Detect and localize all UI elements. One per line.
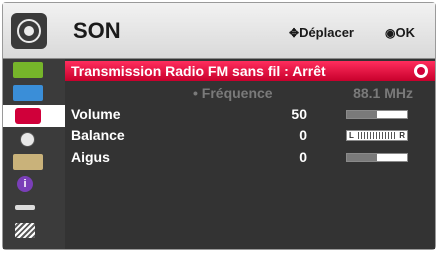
input-tab-icon <box>15 205 35 210</box>
sidebar-item-input[interactable] <box>3 197 65 219</box>
sidebar-item-info[interactable]: i <box>3 174 65 196</box>
picture-tab-icon <box>13 62 43 78</box>
menu-row-volume[interactable]: Volume 50 <box>65 104 435 124</box>
volume-value: 50 <box>291 106 307 122</box>
option-tab-icon <box>13 154 43 170</box>
ok-select-icon <box>414 64 428 78</box>
frequency-value: 88.1 MHz <box>353 85 413 101</box>
menu-row-balance[interactable]: Balance 0 L R <box>65 125 435 145</box>
time-tab-icon <box>20 132 35 147</box>
info-tab-icon: i <box>17 176 33 192</box>
sidebar-item-option[interactable] <box>3 151 65 173</box>
ok-button-icon: ◉ <box>385 26 396 40</box>
media-tab-icon <box>15 223 35 238</box>
menu-list: Transmission Radio FM sans fil : Arrêt •… <box>65 59 435 249</box>
menu-row-label: Transmission Radio FM sans fil : Arrêt <box>71 63 326 79</box>
treble-level-bar[interactable] <box>346 153 408 162</box>
volume-level-bar[interactable] <box>346 110 408 119</box>
screen-tab-icon <box>13 85 43 101</box>
sound-tab-icon <box>15 108 41 124</box>
treble-value: 0 <box>299 149 307 165</box>
menu-header: SON ✥Déplacer ◉OK <box>3 3 435 59</box>
menu-row-frequency: • Fréquence 88.1 MHz <box>65 83 435 103</box>
menu-row-label: Aigus <box>71 149 110 165</box>
navigate-arrows-icon: ✥ <box>289 26 300 40</box>
ok-hint: ◉OK <box>385 25 415 40</box>
sidebar-item-time[interactable] <box>3 128 65 150</box>
sidebar-item-picture[interactable] <box>3 59 65 81</box>
menu-row-treble[interactable]: Aigus 0 <box>65 147 435 167</box>
menu-row-label: Balance <box>71 127 125 143</box>
balance-left-label: L <box>349 131 354 140</box>
page-title: SON <box>73 18 121 43</box>
sidebar-item-screen[interactable] <box>3 82 65 104</box>
balance-slider[interactable]: L R <box>346 130 408 141</box>
menu-row-label: Volume <box>71 106 121 122</box>
sidebar-item-media[interactable] <box>3 220 65 242</box>
move-hint: ✥Déplacer <box>289 25 354 40</box>
sidebar-item-sound[interactable] <box>3 105 65 127</box>
sound-menu-osd: SON ✥Déplacer ◉OK i Transmission Radio F… <box>2 2 436 250</box>
balance-value: 0 <box>299 127 307 143</box>
speaker-icon <box>11 13 47 49</box>
sidebar: i <box>3 59 65 249</box>
menu-row-label: • Fréquence <box>193 85 273 101</box>
balance-right-label: R <box>399 131 405 140</box>
menu-row-fm-transmission[interactable]: Transmission Radio FM sans fil : Arrêt <box>65 61 435 81</box>
